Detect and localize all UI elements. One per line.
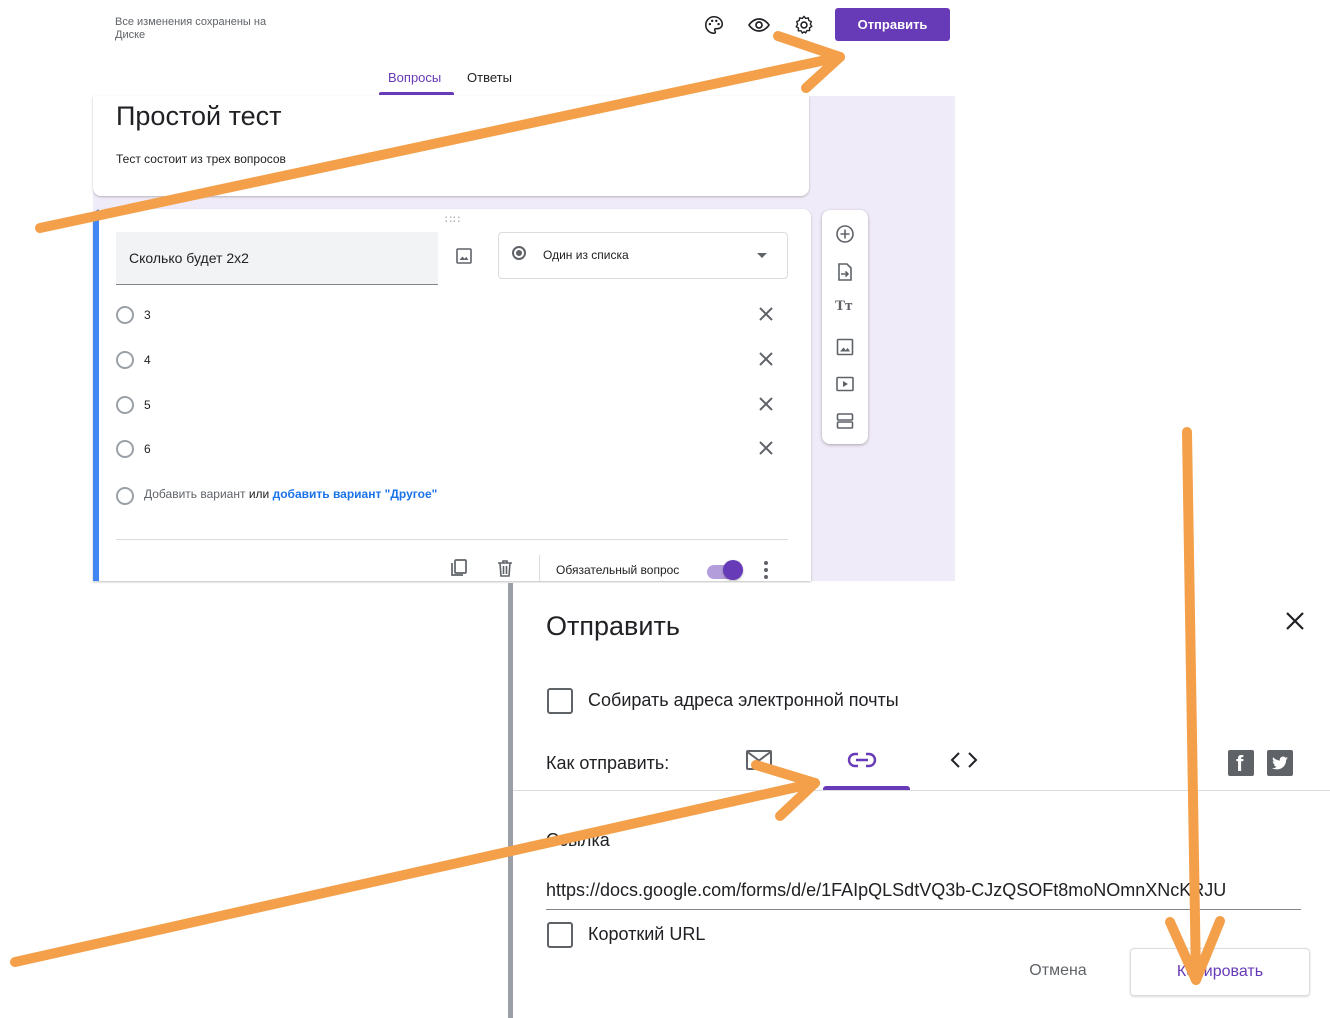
add-image-icon[interactable]: [835, 337, 855, 357]
send-via-label: Как отправить:: [546, 753, 670, 773]
add-title-icon[interactable]: Tт: [835, 298, 852, 315]
close-icon[interactable]: [756, 394, 776, 414]
arrowhead: [773, 31, 845, 93]
question-input[interactable]: Сколько будет 2x2: [116, 232, 438, 285]
facebook-icon[interactable]: f: [1228, 750, 1254, 776]
link-icon[interactable]: [847, 750, 877, 775]
short-url-label: Короткий URL: [588, 924, 706, 944]
or-label: или: [248, 487, 270, 501]
collect-emails-label: Собирать адреса электронной почты: [588, 690, 899, 710]
close-icon[interactable]: [756, 349, 776, 369]
question-type-select[interactable]: Один из списка: [498, 232, 788, 279]
form-description[interactable]: Тест состоит из трех вопросов: [116, 152, 286, 166]
copy-button[interactable]: Копировать: [1130, 948, 1310, 996]
dropdown-caret-icon: [757, 253, 767, 258]
link-heading: Ссылка: [546, 830, 610, 850]
active-card-accent: [93, 209, 99, 581]
add-option-row: Добавить вариант или добавить вариант "Д…: [116, 485, 616, 509]
import-questions-icon[interactable]: [835, 262, 855, 282]
question-card[interactable]: ∷∷ Сколько будет 2x2 Один из списка 3 4 …: [93, 209, 811, 581]
palette-icon[interactable]: [701, 12, 727, 38]
radio-icon: [116, 351, 134, 369]
option-label[interactable]: 3: [144, 308, 151, 322]
radio-type-icon: [512, 246, 526, 260]
option-row[interactable]: 5: [116, 394, 776, 418]
required-label: Обязательный вопрос: [556, 563, 680, 577]
close-icon[interactable]: [1283, 609, 1307, 633]
close-icon[interactable]: [756, 304, 776, 324]
dialog-title: Отправить: [546, 611, 680, 641]
add-option-link[interactable]: Добавить вариант: [144, 487, 245, 501]
more-vert-icon[interactable]: [761, 559, 771, 581]
tab-answers[interactable]: Ответы: [467, 70, 512, 96]
save-status: Все изменения сохранены на Диске: [115, 16, 267, 41]
form-title[interactable]: Простой тест: [116, 101, 282, 132]
short-url-checkbox[interactable]: [547, 922, 573, 948]
option-row[interactable]: 4: [116, 349, 776, 373]
divider: [513, 790, 1330, 791]
active-tab-indicator: [379, 92, 454, 95]
separator: [539, 555, 540, 581]
floating-toolbar: Tт: [822, 210, 868, 444]
url-underline: [546, 909, 1301, 910]
radio-icon: [116, 396, 134, 414]
drag-handle-icon[interactable]: ∷∷: [445, 213, 461, 226]
option-label[interactable]: 5: [144, 398, 151, 412]
add-video-icon[interactable]: [835, 374, 855, 394]
radio-icon: [116, 306, 134, 324]
option-row[interactable]: 6: [116, 438, 776, 462]
form-url-field[interactable]: https://docs.google.com/forms/d/e/1FAIpQ…: [546, 880, 1301, 901]
trash-icon[interactable]: [496, 558, 514, 581]
gear-icon[interactable]: [791, 12, 817, 38]
close-icon[interactable]: [756, 438, 776, 458]
option-row[interactable]: 3: [116, 304, 776, 328]
add-section-icon[interactable]: [835, 411, 855, 431]
duplicate-icon[interactable]: [449, 558, 469, 581]
send-button[interactable]: Отправить: [835, 8, 950, 41]
question-text: Сколько будет 2x2: [129, 250, 249, 266]
option-label[interactable]: 4: [144, 353, 151, 367]
collect-emails-checkbox[interactable]: [547, 688, 573, 714]
twitter-icon[interactable]: [1267, 750, 1293, 776]
add-question-icon[interactable]: [835, 224, 855, 244]
radio-icon: [116, 440, 134, 458]
question-type-label: Один из списка: [543, 248, 629, 262]
title-card[interactable]: Простой тест Тест состоит из трех вопрос…: [93, 96, 809, 196]
send-dialog: Отправить Собирать адреса электронной по…: [513, 583, 1330, 1018]
divider: [116, 539, 788, 540]
embed-code-icon[interactable]: [949, 749, 979, 776]
add-other-link[interactable]: добавить вариант "Другое": [273, 487, 438, 501]
option-label[interactable]: 6: [144, 442, 151, 456]
email-icon[interactable]: [745, 749, 773, 776]
radio-icon: [116, 487, 134, 505]
required-toggle-knob[interactable]: [723, 560, 743, 580]
cancel-button[interactable]: Отмена: [1003, 949, 1113, 993]
eye-icon[interactable]: [746, 12, 772, 38]
add-image-icon[interactable]: [455, 247, 473, 270]
